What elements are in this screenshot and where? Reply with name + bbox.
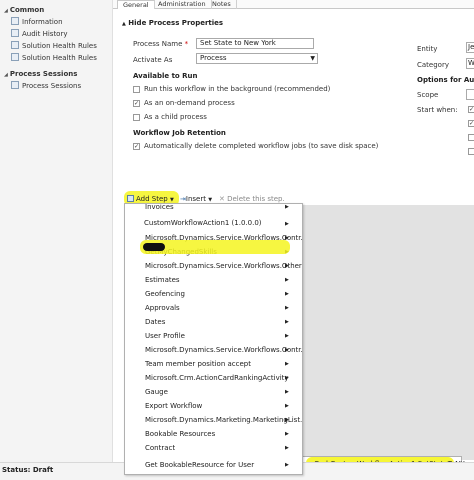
collapse-triangle-icon: ▲ bbox=[122, 21, 126, 27]
tab-bar: General Administration Notes bbox=[113, 0, 474, 9]
start-when-checkbox-4[interactable] bbox=[468, 148, 474, 155]
submenu-arrow-icon: ▶ bbox=[285, 291, 289, 297]
menu-item[interactable]: Invoices bbox=[145, 204, 174, 213]
submenu-arrow-icon: ▶ bbox=[285, 389, 289, 395]
available-to-run-heading: Available to Run bbox=[133, 72, 198, 80]
on-demand-checkbox[interactable]: ✓ bbox=[133, 100, 140, 107]
start-when-checkbox-3[interactable] bbox=[468, 134, 474, 141]
menu-item[interactable]: User Profile bbox=[145, 330, 185, 342]
submenu-arrow-icon: ▶ bbox=[285, 445, 289, 451]
collapse-triangle-icon: ◢ bbox=[4, 72, 8, 78]
rules-icon bbox=[11, 53, 19, 61]
menu-item[interactable]: Dates bbox=[145, 316, 165, 328]
job-retention-heading: Workflow Job Retention bbox=[133, 129, 226, 137]
auto-delete-checkbox[interactable]: ✓ bbox=[133, 143, 140, 150]
menu-item[interactable]: Geofencing bbox=[145, 288, 185, 300]
process-name-input[interactable]: Set State to New York bbox=[196, 38, 314, 49]
submenu-arrow-icon: ▶ bbox=[285, 204, 289, 210]
start-when-checkbox-1[interactable]: ✓ bbox=[468, 106, 474, 113]
session-icon bbox=[11, 81, 19, 89]
on-demand-label: As an on-demand process bbox=[144, 99, 235, 107]
child-process-label: As a child process bbox=[144, 113, 207, 121]
scope-label: Scope bbox=[417, 91, 439, 99]
left-navigation: ◢ Common Information Audit History Soluti… bbox=[0, 0, 113, 462]
submenu-arrow-icon: ▶ bbox=[285, 333, 289, 339]
child-process-checkbox[interactable] bbox=[133, 114, 140, 121]
activate-as-label: Activate As bbox=[133, 56, 173, 64]
tab-notes[interactable]: Notes bbox=[207, 0, 237, 9]
submenu-arrow-icon: ▶ bbox=[285, 431, 289, 437]
history-icon bbox=[11, 29, 19, 37]
submenu-arrow-icon: ▶ bbox=[285, 403, 289, 409]
menu-item[interactable]: Approvals bbox=[145, 302, 180, 314]
entity-field[interactable]: Je bbox=[466, 42, 474, 53]
menu-item[interactable]: Bookable Resources bbox=[145, 428, 215, 440]
submenu-arrow-icon: ▶ bbox=[285, 319, 289, 325]
menu-item-custom-workflow-action-label: CustomWorkflowAction1 (1.0.0.0) bbox=[144, 219, 262, 227]
submenu-arrow-icon: ▶ bbox=[285, 361, 289, 367]
submenu-arrow-icon: ▶ bbox=[285, 277, 289, 283]
nav-item-process-sessions[interactable]: Process Sessions bbox=[11, 81, 81, 91]
menu-item[interactable]: Estimates bbox=[145, 274, 180, 286]
nav-item-solution-health-rules-2[interactable]: Solution Health Rules bbox=[11, 53, 97, 63]
menu-item[interactable]: Team member position accept bbox=[145, 358, 251, 370]
menu-item[interactable]: Contract bbox=[145, 442, 175, 454]
menu-item[interactable]: Microsoft.Dynamics.Marketing.MarketingLi… bbox=[145, 414, 302, 426]
menu-item[interactable]: Microsoft.Crm.ActionCardRankingActivity bbox=[145, 372, 289, 384]
menu-item[interactable]: Get BookableResource for User bbox=[145, 459, 254, 471]
status-text: Status: Draft bbox=[2, 466, 54, 474]
process-name-label: Process Name * bbox=[133, 40, 189, 48]
menu-item[interactable]: Gauge bbox=[145, 386, 168, 398]
activate-as-select[interactable]: Process ▼ bbox=[196, 53, 318, 64]
nav-item-audit-history[interactable]: Audit History bbox=[11, 29, 68, 39]
submenu-arrow-icon: ▶ bbox=[285, 305, 289, 311]
submenu-arrow-icon: ▶ bbox=[285, 221, 289, 227]
scope-select[interactable] bbox=[466, 89, 474, 100]
nav-section-common[interactable]: ◢ Common bbox=[4, 6, 44, 14]
nav-section-process-sessions[interactable]: ◢ Process Sessions bbox=[4, 70, 77, 78]
menu-item[interactable]: Microsoft.Dynamics.Service.Workflows.Oth… bbox=[145, 260, 302, 272]
form-icon bbox=[11, 17, 19, 25]
delete-icon: ✕ bbox=[219, 195, 225, 203]
auto-delete-label: Automatically delete completed workflow … bbox=[144, 142, 379, 150]
options-automatic-heading: Options for Autom bbox=[417, 76, 474, 84]
rules-icon bbox=[11, 41, 19, 49]
tab-general[interactable]: General bbox=[117, 0, 155, 9]
add-step-icon bbox=[127, 195, 134, 202]
submenu-arrow-icon: ▶ bbox=[285, 462, 289, 468]
menu-item[interactable]: Export Workflow bbox=[145, 400, 202, 412]
start-when-checkbox-2[interactable]: ✓ bbox=[468, 120, 474, 127]
collapse-triangle-icon: ◢ bbox=[4, 8, 8, 14]
nav-item-information[interactable]: Information bbox=[11, 17, 63, 27]
run-background-checkbox[interactable] bbox=[133, 86, 140, 93]
run-background-label: Run this workflow in the background (rec… bbox=[144, 85, 331, 93]
redaction-mark bbox=[143, 243, 165, 251]
menu-item[interactable]: Microsoft.Dynamics.Service.Workflows.Con… bbox=[145, 344, 302, 356]
hide-process-properties-toggle[interactable]: ▲ Hide Process Properties bbox=[122, 19, 223, 27]
nav-item-solution-health-rules[interactable]: Solution Health Rules bbox=[11, 41, 97, 51]
category-field[interactable]: W bbox=[466, 58, 474, 69]
dropdown-arrow-icon: ▼ bbox=[310, 55, 315, 62]
entity-label: Entity bbox=[417, 45, 438, 53]
tab-administration[interactable]: Administration bbox=[153, 0, 212, 9]
start-when-label: Start when: bbox=[417, 106, 458, 114]
category-label: Category bbox=[417, 61, 449, 69]
steps-canvas bbox=[303, 205, 474, 460]
